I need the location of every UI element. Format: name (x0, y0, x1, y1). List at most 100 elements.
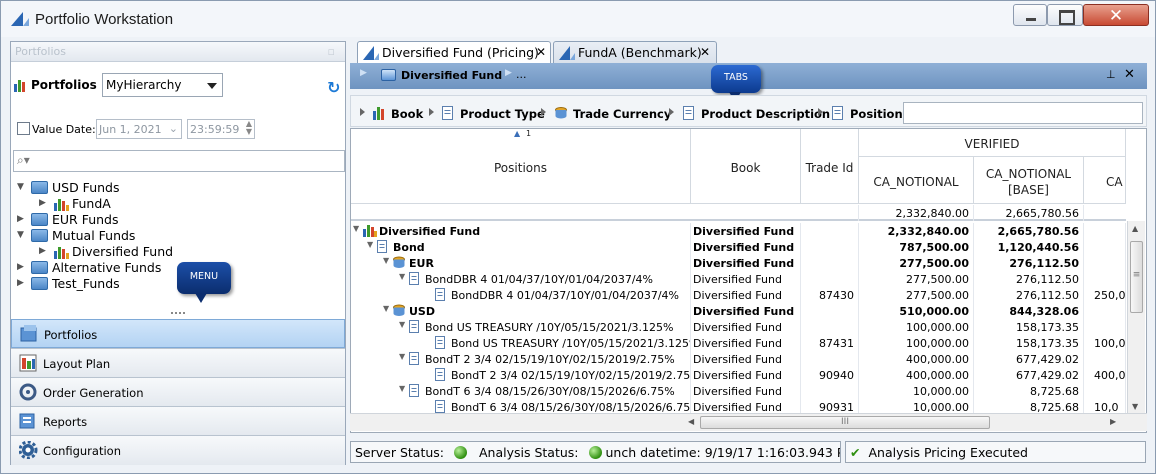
table-row[interactable]: BondDBR 4 01/04/37/10Y/01/04/2037/4% Dive… (351, 287, 1126, 303)
group-position[interactable]: Position (832, 106, 903, 121)
fund-tab-icon (559, 46, 575, 60)
chevron-down-icon (207, 83, 217, 89)
collapse-icon[interactable]: ▼ (383, 304, 389, 313)
group-book[interactable]: Book (373, 106, 423, 121)
table-row[interactable]: ▼ BondT 2 3/4 02/15/19/10Y/02/15/2019/2.7… (351, 351, 1126, 367)
collapse-icon[interactable]: ▼ (399, 320, 405, 329)
group-product-description[interactable]: Product Description (683, 106, 830, 121)
position-name: BondT 2 3/4 02/15/19/10Y/02/15/2019/2.75… (425, 353, 675, 366)
close-icon[interactable]: ✕ (1124, 67, 1135, 82)
expand-icon[interactable]: ▶ (17, 214, 24, 224)
table-row[interactable]: ▼ Bond US TREASURY /10Y/05/15/2021/3.125%… (351, 319, 1126, 335)
book-cell: Diversified Fund (691, 383, 801, 399)
book-cell: Diversified Fund (691, 319, 801, 335)
table-row[interactable]: ▼ Diversified Fund Diversified Fund 2,332,8… (351, 223, 1126, 239)
order-generation-icon (19, 383, 37, 401)
document-icon (442, 106, 453, 120)
ca-notional-cell: 100,000.00 (859, 335, 974, 351)
book-cell: Diversified Fund (691, 271, 801, 287)
scroll-thumb[interactable]: ≡ (1130, 241, 1143, 313)
column-header-ca-notional[interactable]: CA_NOTIONAL (859, 157, 974, 204)
breadcrumb-ellipsis[interactable]: ... (516, 68, 527, 81)
trade-id-cell: 87430 (801, 287, 859, 303)
close-icon: ✕ (1108, 6, 1124, 26)
value-date-field[interactable]: Jun 1, 2021 ⌄ (96, 119, 182, 139)
position-name: BondDBR 4 01/04/37/10Y/01/04/2037/4% (451, 289, 679, 302)
nav-label: Order Generation (43, 386, 144, 400)
expand-icon[interactable]: ▶ (39, 198, 46, 208)
table-row[interactable]: Bond US TREASURY /10Y/05/15/2021/3.125% D… (351, 335, 1126, 351)
scroll-down-icon[interactable]: ▼ (1132, 402, 1138, 411)
group-label: Trade Currency (573, 107, 672, 121)
column-header-positions[interactable]: ▲ 1 Positions (351, 129, 691, 204)
nav-configuration-button[interactable]: Configuration (11, 435, 345, 465)
collapse-icon[interactable]: ▼ (353, 224, 359, 233)
group-filter-input[interactable] (903, 102, 1143, 124)
total-ca-notional: 2,332,840.00 (859, 205, 974, 221)
scroll-thumb[interactable]: III (700, 416, 990, 429)
position-name: BondT 2 3/4 02/15/19/10Y/02/15/2019/2.75… (451, 369, 691, 382)
sort-order-index: 1 (526, 129, 532, 138)
table-row[interactable]: BondT 2 3/4 02/15/19/10Y/02/15/2019/2.75… (351, 367, 1126, 383)
expand-icon[interactable]: ▶ (17, 262, 24, 272)
document-icon (435, 288, 445, 301)
column-header-trade-id[interactable]: Trade Id (801, 129, 859, 204)
column-header-label: CA_NOTIONAL (873, 175, 959, 189)
value-date-checkbox[interactable] (17, 122, 30, 135)
value-time-field[interactable]: 23:59:59 ▲ ▼ (187, 119, 255, 139)
tab-diversified-fund-pricing[interactable]: Diversified Fund (Pricing) ✕ (357, 41, 551, 63)
book-cell: Diversified Fund (691, 287, 801, 303)
collapse-icon[interactable]: ▼ (399, 352, 405, 361)
table-row[interactable]: ▼ EUR Diversified Fund 277,500.00 276,112.50 (351, 255, 1126, 271)
nav-order-generation-button[interactable]: Order Generation (11, 377, 345, 406)
collapse-icon[interactable]: ▼ (399, 384, 405, 393)
collapse-icon[interactable]: ▼ (367, 240, 373, 249)
refresh-icon[interactable]: ↻ (327, 78, 340, 97)
vertical-scrollbar[interactable]: ▲ ≡ ▼ (1127, 221, 1145, 413)
portfolio-chart-icon (14, 80, 25, 92)
chevron-down-icon[interactable]: ⌄ (169, 122, 178, 135)
hierarchy-select[interactable]: MyHierarchy (102, 73, 223, 97)
column-header-ca-notional-base[interactable]: CA_NOTIONAL [BASE] (974, 157, 1084, 204)
collapse-icon[interactable]: ▼ (399, 272, 405, 281)
close-icon[interactable]: ✕ (700, 45, 710, 59)
expand-icon[interactable]: ▶ (39, 246, 46, 256)
tree-search-input[interactable]: ⌕▾ (13, 150, 345, 172)
close-window-button[interactable]: ✕ (1083, 4, 1149, 26)
table-row[interactable]: ▼ BondT 6 3/4 08/15/26/30Y/08/15/2026/6.7… (351, 383, 1126, 399)
portfolios-icon (20, 325, 37, 342)
column-header-book[interactable]: Book (691, 129, 801, 204)
collapse-icon[interactable]: ▼ (383, 256, 389, 265)
group-product-type[interactable]: Product Type (442, 106, 545, 121)
group-trade-currency[interactable]: Trade Currency (555, 106, 671, 121)
pin-icon[interactable]: ⊥ (1106, 68, 1116, 81)
scroll-up-icon[interactable]: ▲ (1132, 224, 1138, 233)
column-header-ca-partial[interactable]: CA (1084, 157, 1126, 204)
tree-item-label: Mutual Funds (52, 228, 136, 243)
table-row[interactable]: ▼ USD Diversified Fund 510,000.00 844,328.06 (351, 303, 1126, 319)
minimize-button[interactable] (1013, 4, 1047, 26)
grouping-bar: Book Product Type Trade Currency Product… (350, 95, 1147, 127)
chevron-right-icon (541, 108, 546, 116)
table-row[interactable]: ▼ BondDBR 4 01/04/37/10Y/01/04/2037/4% Div… (351, 271, 1126, 287)
horizontal-scrollbar[interactable]: ◀ III ▶ (350, 413, 1147, 431)
time-spinner[interactable]: ▲ ▼ (246, 120, 252, 136)
nav-layout-plan-button[interactable]: Layout Plan (11, 348, 345, 377)
collapse-icon[interactable]: ▼ (17, 230, 24, 240)
pin-icon[interactable]: ▫ (328, 45, 335, 58)
ca-notional-cell: 10,000.00 (859, 383, 974, 399)
table-row[interactable]: ▼ Bond Diversified Fund 787,500.00 1,120,440… (351, 239, 1126, 255)
maximize-button[interactable] (1047, 4, 1083, 26)
collapse-icon[interactable]: ▼ (17, 182, 24, 192)
nav-label: Layout Plan (43, 357, 111, 371)
scroll-right-icon[interactable]: ▶ (1110, 417, 1116, 426)
nav-portfolios-button[interactable]: Portfolios (11, 319, 345, 348)
folder-icon (31, 229, 48, 242)
close-icon[interactable]: ✕ (536, 45, 546, 59)
panel-splitter[interactable] (171, 312, 185, 315)
expand-icon[interactable]: ▶ (17, 278, 24, 288)
ca-partial-cell: 250,0 (1084, 287, 1126, 303)
tab-funda-benchmark[interactable]: FundA (Benchmark) ✕ (553, 41, 717, 63)
scroll-left-icon[interactable]: ◀ (688, 417, 694, 426)
nav-reports-button[interactable]: Reports (11, 406, 345, 435)
